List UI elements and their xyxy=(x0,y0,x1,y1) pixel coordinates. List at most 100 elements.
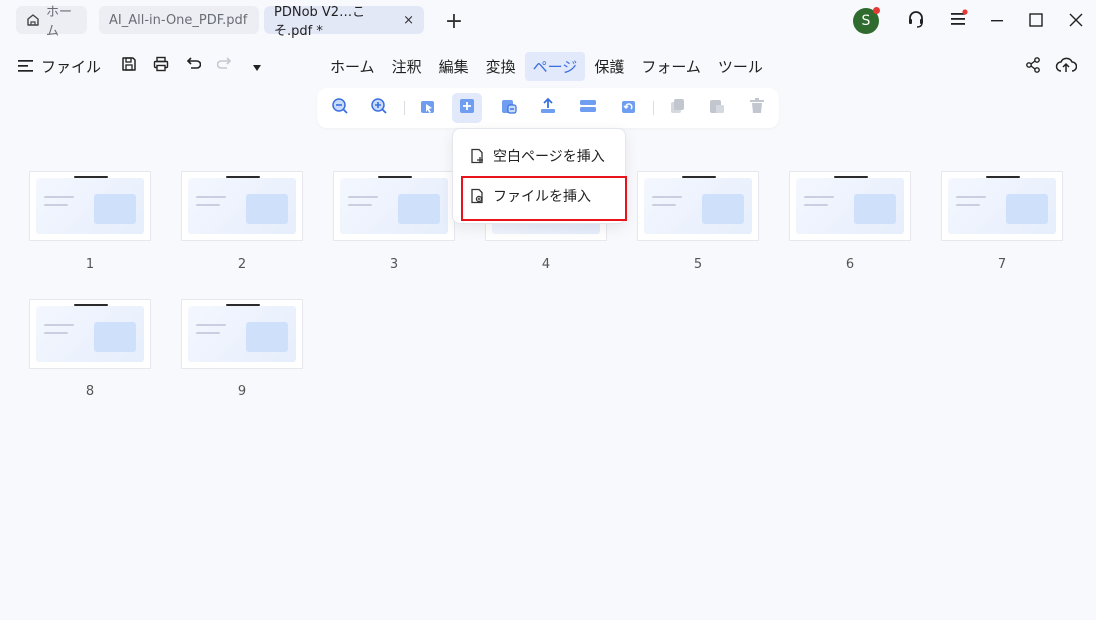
tab-home-label: ホーム xyxy=(46,5,73,39)
share-button[interactable] xyxy=(1024,56,1042,78)
thumbnail-figure xyxy=(398,194,440,224)
thumbnail-text xyxy=(652,204,676,206)
share-icon xyxy=(1024,57,1042,78)
zoom-in-button[interactable] xyxy=(364,93,394,123)
page-thumbnail-6[interactable] xyxy=(789,171,911,241)
menu-tools[interactable]: ツール xyxy=(710,52,771,81)
zoom-out-button[interactable] xyxy=(325,93,355,123)
undo-icon xyxy=(185,56,202,76)
notification-dot xyxy=(873,7,880,14)
menu-form[interactable]: フォーム xyxy=(633,52,709,81)
insert-blank-page-label: 空白ページを挿入 xyxy=(493,149,605,165)
maximize-icon xyxy=(1029,12,1043,31)
undo-button[interactable] xyxy=(177,50,209,82)
cloud-upload-button[interactable] xyxy=(1055,56,1078,78)
extract-page-button[interactable] xyxy=(533,93,563,123)
thumbnail-figure xyxy=(702,194,744,224)
rotate-page-button[interactable] xyxy=(613,93,643,123)
save-button[interactable] xyxy=(113,50,145,82)
paste-page-button xyxy=(702,93,732,123)
tab-close-button[interactable]: × xyxy=(403,13,414,28)
thumbnail-text xyxy=(196,204,220,206)
minimize-button[interactable] xyxy=(985,6,1009,36)
redo-button xyxy=(209,50,241,82)
page-number: 1 xyxy=(85,257,95,272)
thumbnail-heading xyxy=(834,176,868,178)
close-window-button[interactable] xyxy=(1064,6,1088,36)
insert-page-icon xyxy=(458,97,476,119)
zoom-in-icon xyxy=(370,97,388,119)
page-thumbnail-9[interactable] xyxy=(181,299,303,369)
headset-icon xyxy=(906,9,926,33)
thumbnail-text xyxy=(652,196,682,198)
thumbnail-figure xyxy=(246,194,288,224)
tab-document-1-label: AI_All-in-One_PDF.pdf xyxy=(109,12,248,28)
replace-page-button[interactable] xyxy=(494,93,524,123)
tab-home[interactable]: ホーム xyxy=(16,5,87,39)
new-tab-button[interactable]: + xyxy=(440,6,468,36)
thumbnail-text xyxy=(44,196,74,198)
thumbnail-heading xyxy=(226,176,260,178)
redo-icon xyxy=(216,56,233,76)
page-thumbnail-5[interactable] xyxy=(637,171,759,241)
page-thumbnail-2[interactable] xyxy=(181,171,303,241)
page-number: 3 xyxy=(389,257,399,272)
thumbnail-text xyxy=(196,324,226,326)
save-icon xyxy=(121,56,137,76)
page-thumbnail-1[interactable] xyxy=(29,171,151,241)
thumbnail-figure xyxy=(1006,194,1048,224)
print-icon xyxy=(153,56,169,76)
maximize-button[interactable] xyxy=(1024,6,1048,36)
rotate-page-icon xyxy=(619,97,637,119)
file-menu-label: ファイル xyxy=(41,57,102,76)
home-icon xyxy=(26,13,40,27)
thumbnail-text xyxy=(44,324,74,326)
thumbnail-text xyxy=(956,196,986,198)
menu-page[interactable]: ページ xyxy=(524,51,586,81)
quick-access-dropdown[interactable] xyxy=(241,50,273,82)
support-button[interactable] xyxy=(903,6,929,36)
extract-page-icon xyxy=(539,97,557,119)
toolbar-separator xyxy=(404,101,405,115)
thumbnail-text xyxy=(196,332,220,334)
page-number: 2 xyxy=(237,257,247,272)
user-avatar[interactable]: S xyxy=(850,6,882,36)
menu-bar: ファイル ホーム 注釈 編集 変換 ページ 保護 フォーム ツール xyxy=(0,48,1096,84)
menu-convert[interactable]: 変換 xyxy=(478,52,524,81)
thumbnail-heading xyxy=(682,176,716,178)
tab-document-2-label: PDNob V2…こそ.pdf * xyxy=(274,5,366,39)
menu-edit[interactable]: 編集 xyxy=(431,52,477,81)
page-number: 5 xyxy=(693,257,703,272)
tab-document-1[interactable]: AI_All-in-One_PDF.pdf xyxy=(99,6,259,34)
delete-page-button xyxy=(742,93,772,123)
copy-page-icon xyxy=(668,97,686,119)
page-number: 7 xyxy=(997,257,1007,272)
caret-down-icon xyxy=(252,57,262,76)
replace-page-icon xyxy=(500,97,518,119)
menu-annotate[interactable]: 注釈 xyxy=(384,52,430,81)
tab-document-2[interactable]: PDNob V2…こそ.pdf * × xyxy=(264,5,424,39)
thumbnail-text xyxy=(44,204,68,206)
hamburger-icon xyxy=(18,59,34,73)
split-page-button[interactable] xyxy=(573,93,603,123)
page-thumbnail-7[interactable] xyxy=(941,171,1063,241)
page-thumbnail-3[interactable] xyxy=(333,171,455,241)
menu-protect[interactable]: 保護 xyxy=(586,52,632,81)
print-button[interactable] xyxy=(145,50,177,82)
file-menu-button[interactable]: ファイル xyxy=(18,56,101,77)
insert-page-button[interactable] xyxy=(452,93,482,123)
split-page-icon xyxy=(579,97,597,119)
page-number: 9 xyxy=(237,384,247,399)
menu-home[interactable]: ホーム xyxy=(322,52,383,81)
insert-blank-page-item[interactable]: 空白ページを挿入 xyxy=(461,139,621,173)
thumbnail-text xyxy=(44,332,68,334)
page-number: 4 xyxy=(541,257,551,272)
select-page-button[interactable] xyxy=(413,93,443,123)
page-toolbar xyxy=(317,88,779,128)
thumbnail-figure xyxy=(246,322,288,352)
title-bar: ホーム AI_All-in-One_PDF.pdf PDNob V2…こそ.pd… xyxy=(0,0,1096,42)
main-menu-button[interactable] xyxy=(945,6,971,36)
page-number: 6 xyxy=(845,257,855,272)
thumbnail-figure xyxy=(94,322,136,352)
page-thumbnail-8[interactable] xyxy=(29,299,151,369)
